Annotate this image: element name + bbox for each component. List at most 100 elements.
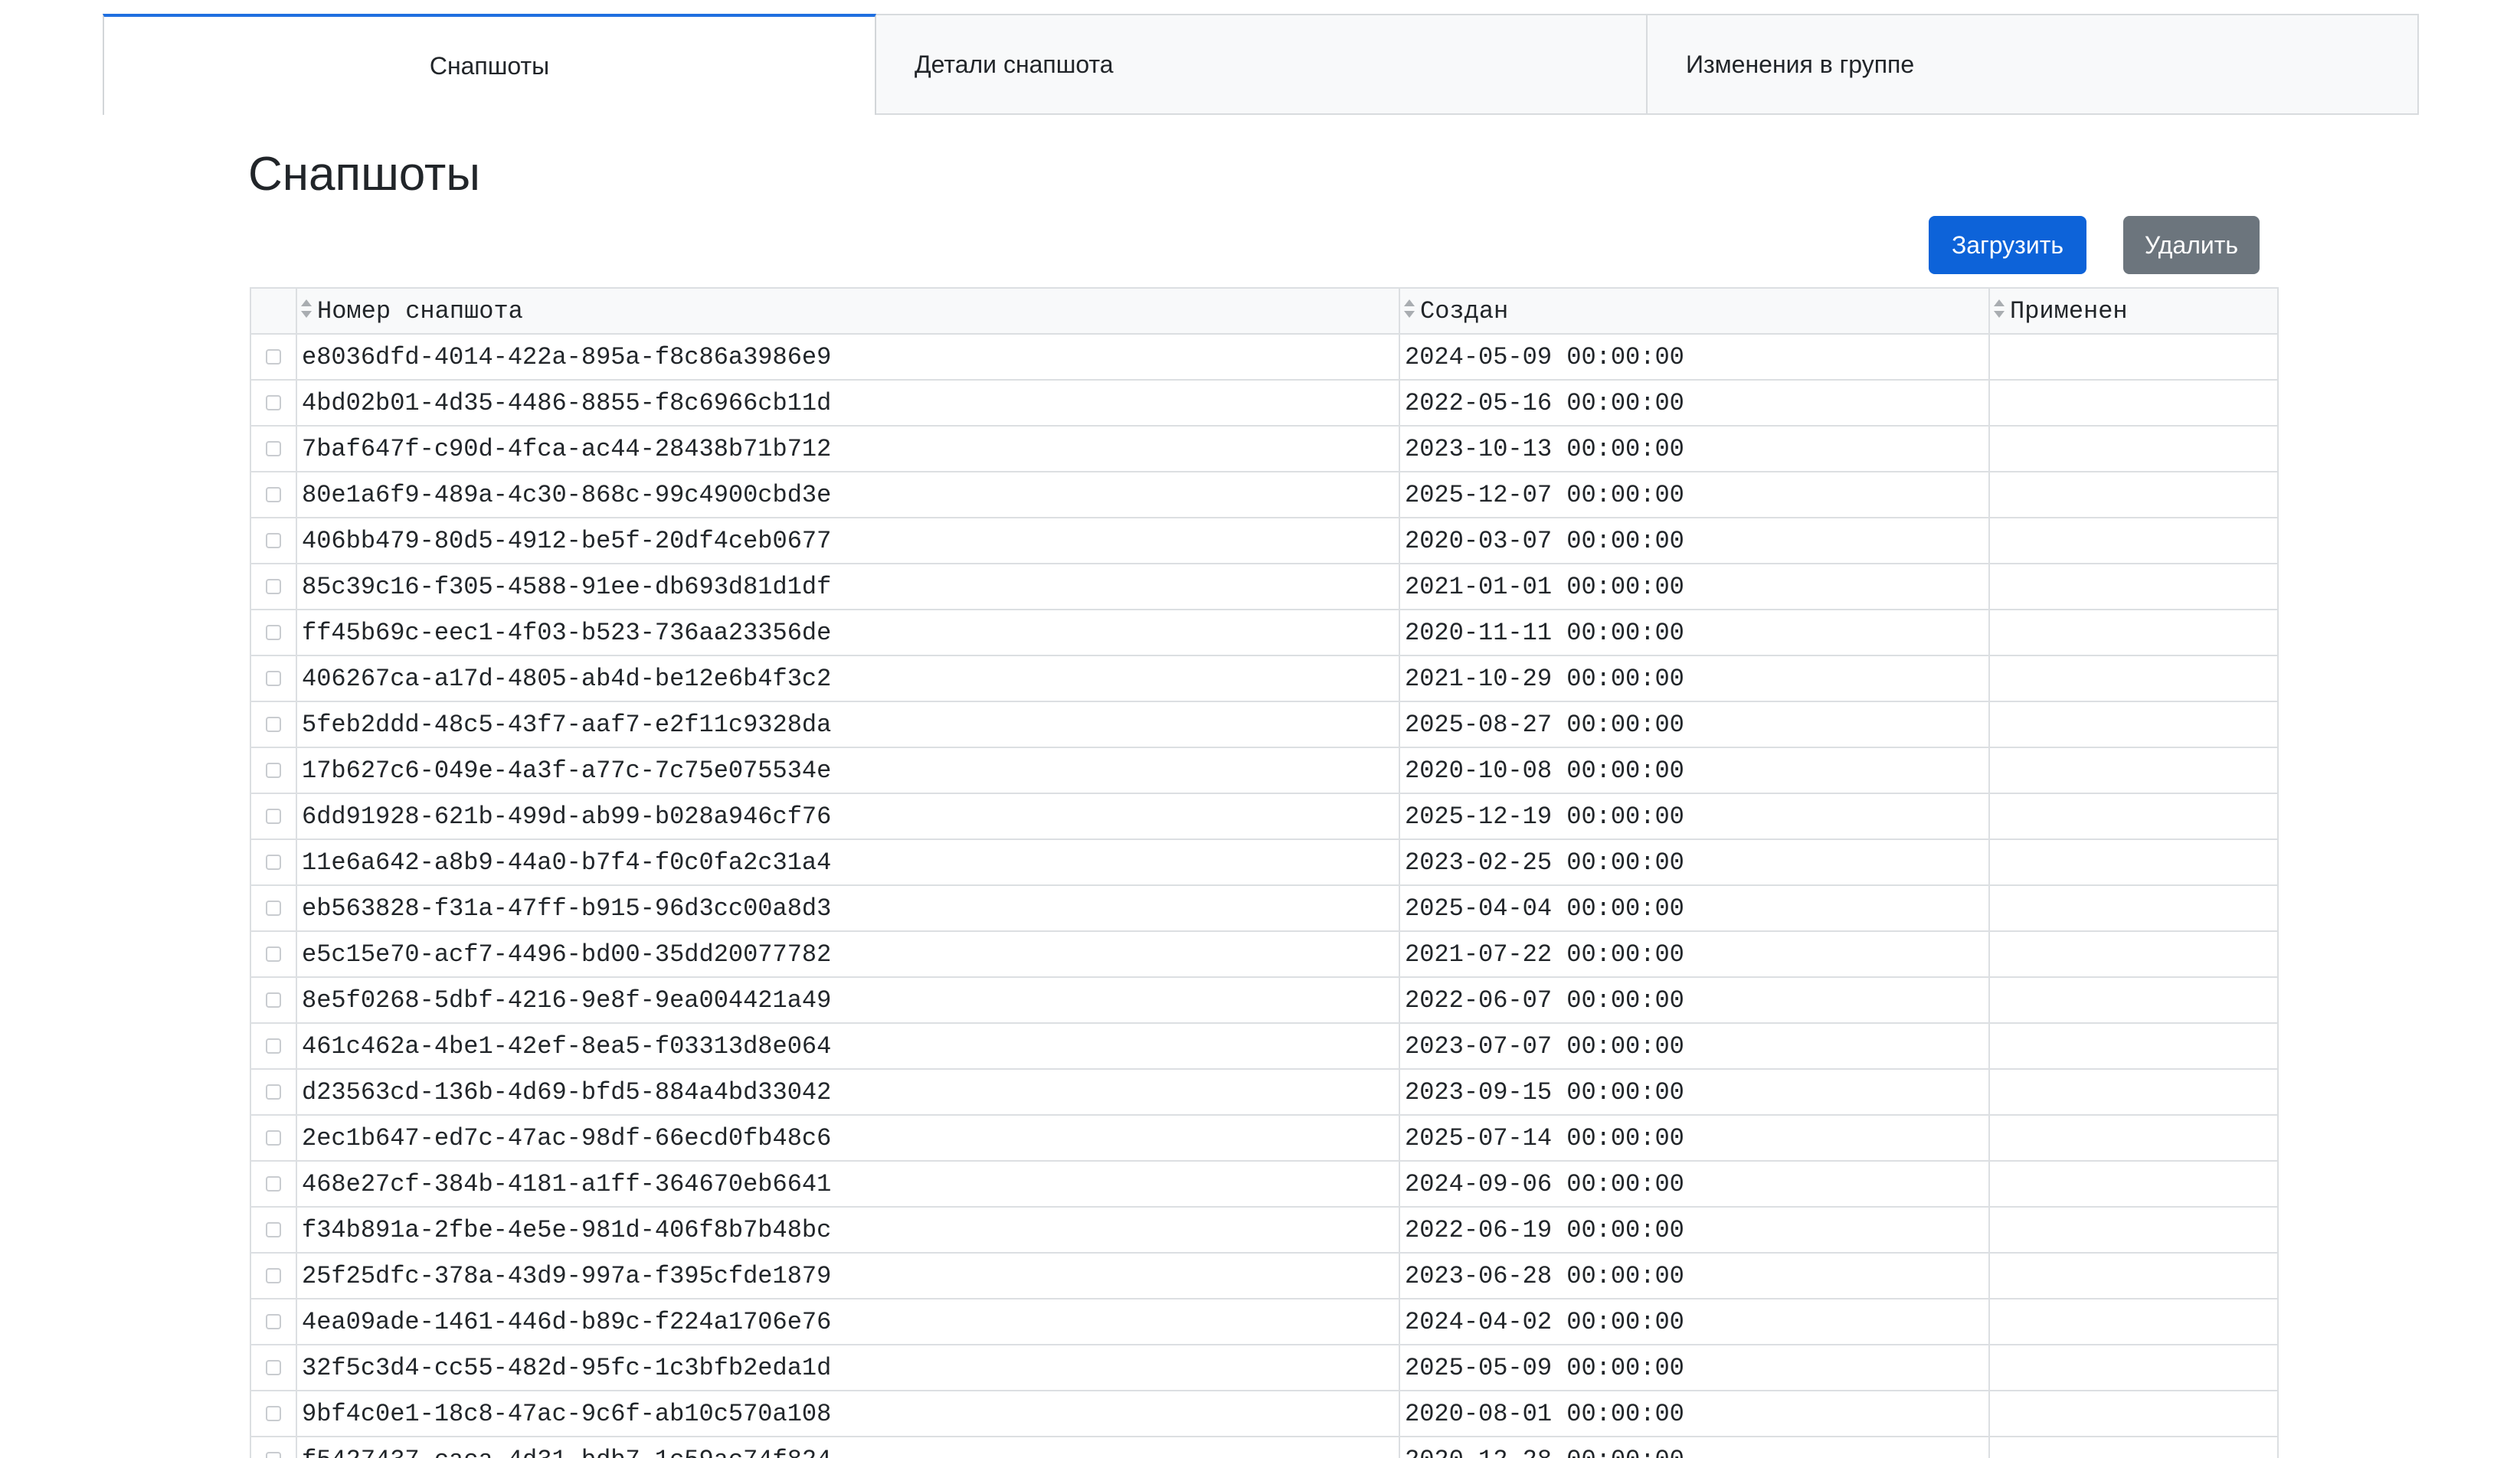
applied-cell — [1988, 379, 2279, 427]
applied-cell — [1988, 1436, 2279, 1458]
created-cell: 2023-10-13 00:00:00 — [1399, 425, 1990, 472]
sort-icon[interactable] — [1404, 299, 1415, 318]
row-checkbox[interactable] — [266, 1084, 281, 1100]
row-checkbox[interactable] — [266, 901, 281, 916]
row-checkbox[interactable] — [266, 395, 281, 410]
snapshot-id-cell: 468e27cf-384b-4181-a1ff-364670eb6641 — [296, 1160, 1400, 1208]
applied-cell — [1988, 333, 2279, 381]
table-row[interactable]: 6dd91928-621b-499d-ab99-b028a946cf76 2025… — [250, 793, 2279, 840]
row-checkbox[interactable] — [266, 487, 281, 502]
created-cell: 2021-10-29 00:00:00 — [1399, 655, 1990, 702]
created-cell: 2025-08-27 00:00:00 — [1399, 701, 1990, 748]
row-checkbox[interactable] — [266, 579, 281, 594]
row-checkbox[interactable] — [266, 1452, 281, 1458]
applied-cell — [1988, 1252, 2279, 1299]
snapshot-id-cell: f34b891a-2fbe-4e5e-981d-406f8b7b48bc — [296, 1206, 1400, 1254]
snapshot-id-cell: e8036dfd-4014-422a-895a-f8c86a3986e9 — [296, 333, 1400, 381]
table-row[interactable]: 2ec1b647-ed7c-47ac-98df-66ecd0fb48c6 2025… — [250, 1114, 2279, 1162]
table-row[interactable]: f5427437-caca-4d31-bdb7-1c59ac74f8242020… — [250, 1436, 2279, 1458]
sort-icon[interactable] — [301, 299, 312, 318]
tab-group-changes[interactable]: Изменения в группе — [1648, 14, 2419, 115]
row-checkbox[interactable] — [266, 1314, 281, 1329]
snapshot-id-cell: 7baf647f-c90d-4fca-ac44-28438b71b712 — [296, 425, 1400, 472]
created-cell: 2020-12-28 00:00:00 — [1399, 1436, 1990, 1458]
table-row[interactable]: e8036dfd-4014-422a-895a-f8c86a3986e9 2024… — [250, 333, 2279, 381]
table-row[interactable]: 7baf647f-c90d-4fca-ac44-28438b71b712 2023… — [250, 425, 2279, 472]
applied-cell — [1988, 930, 2279, 978]
row-checkbox[interactable] — [266, 1360, 281, 1375]
snapshot-id-cell: 32f5c3d4-cc55-482d-95fc-1c3bfb2eda1d — [296, 1344, 1400, 1391]
tab-snapshots[interactable]: Снапшоты — [103, 14, 876, 115]
row-checkbox[interactable] — [266, 441, 281, 456]
column-header-created[interactable]: Создан — [1399, 287, 1990, 335]
tab-snapshot-details[interactable]: Детали снапшота — [876, 14, 1648, 115]
delete-button[interactable]: Удалить — [2123, 216, 2260, 274]
row-checkbox[interactable] — [266, 1222, 281, 1237]
table-row[interactable]: eb563828-f31a-47ff-b915-96d3cc00a8d3 2025… — [250, 884, 2279, 932]
row-checkbox[interactable] — [266, 855, 281, 870]
table-row[interactable]: 11e6a642-a8b9-44a0-b7f4-f0c0fa2c31a4 2023… — [250, 839, 2279, 886]
table-row[interactable]: 80e1a6f9-489a-4c30-868c-99c4900cbd3e 2025… — [250, 471, 2279, 518]
table-row[interactable]: 8e5f0268-5dbf-4216-9e8f-9ea004421a49 2022… — [250, 976, 2279, 1024]
table-row[interactable]: 9bf4c0e1-18c8-47ac-9c6f-ab10c570a108 2020… — [250, 1390, 2279, 1437]
table-row[interactable]: e5c15e70-acf7-4496-bd00-35dd20077782 2021… — [250, 930, 2279, 978]
table-row[interactable]: 461c462a-4be1-42ef-8ea5-f03313d8e064 2023… — [250, 1022, 2279, 1070]
snapshot-id-cell: 8e5f0268-5dbf-4216-9e8f-9ea004421a49 — [296, 976, 1400, 1024]
row-select-cell — [250, 471, 297, 518]
table-row[interactable]: 17b627c6-049e-4a3f-a77c-7c75e075534e 2020… — [250, 747, 2279, 794]
created-cell: 2024-09-06 00:00:00 — [1399, 1160, 1990, 1208]
row-checkbox[interactable] — [266, 1130, 281, 1146]
table-row[interactable]: 4bd02b01-4d35-4486-8855-f8c6966cb11d 2022… — [250, 379, 2279, 427]
row-checkbox[interactable] — [266, 1038, 281, 1054]
created-cell: 2025-04-04 00:00:00 — [1399, 884, 1990, 932]
table-row[interactable]: 4ea09ade-1461-446d-b89c-f224a1706e76 2024… — [250, 1298, 2279, 1345]
column-header-applied[interactable]: Применен — [1988, 287, 2279, 335]
applied-cell — [1988, 1298, 2279, 1345]
snapshot-id-cell: ff45b69c-eec1-4f03-b523-736aa23356de — [296, 609, 1400, 656]
row-checkbox[interactable] — [266, 349, 281, 364]
snapshots-table: Номер снапшота Создан Применен e8036dfd-… — [250, 287, 2279, 1458]
applied-cell — [1988, 563, 2279, 610]
row-checkbox[interactable] — [266, 671, 281, 686]
row-checkbox[interactable] — [266, 1176, 281, 1192]
table-row[interactable]: 5feb2ddd-48c5-43f7-aaf7-e2f11c9328da 2025… — [250, 701, 2279, 748]
created-cell: 2022-05-16 00:00:00 — [1399, 379, 1990, 427]
applied-cell — [1988, 425, 2279, 472]
table-row[interactable]: 406bb479-80d5-4912-be5f-20df4ceb0677 2020… — [250, 517, 2279, 564]
table-row[interactable]: 25f25dfc-378a-43d9-997a-f395cfde1879 2023… — [250, 1252, 2279, 1299]
row-checkbox[interactable] — [266, 1406, 281, 1421]
row-select-cell — [250, 609, 297, 656]
applied-cell — [1988, 1068, 2279, 1116]
snapshot-id-cell: 9bf4c0e1-18c8-47ac-9c6f-ab10c570a108 — [296, 1390, 1400, 1437]
applied-cell — [1988, 839, 2279, 886]
row-select-cell — [250, 425, 297, 472]
row-checkbox[interactable] — [266, 533, 281, 548]
row-select-cell — [250, 563, 297, 610]
created-cell: 2023-02-25 00:00:00 — [1399, 839, 1990, 886]
row-checkbox[interactable] — [266, 763, 281, 778]
table-row[interactable]: 85c39c16-f305-4588-91ee-db693d81d1df 2021… — [250, 563, 2279, 610]
row-checkbox[interactable] — [266, 809, 281, 824]
table-row[interactable]: 406267ca-a17d-4805-ab4d-be12e6b4f3c2 2021… — [250, 655, 2279, 702]
table-row[interactable]: ff45b69c-eec1-4f03-b523-736aa23356de 2020… — [250, 609, 2279, 656]
applied-cell — [1988, 1344, 2279, 1391]
applied-cell — [1988, 701, 2279, 748]
table-row[interactable]: f34b891a-2fbe-4e5e-981d-406f8b7b48bc 2022… — [250, 1206, 2279, 1254]
row-checkbox[interactable] — [266, 946, 281, 962]
row-checkbox[interactable] — [266, 717, 281, 732]
snapshot-id-cell: f5427437-caca-4d31-bdb7-1c59ac74f824 — [296, 1436, 1400, 1458]
tab-label: Детали снапшота — [915, 50, 1114, 78]
upload-button[interactable]: Загрузить — [1929, 216, 2086, 274]
applied-cell — [1988, 609, 2279, 656]
sort-icon[interactable] — [1994, 299, 2005, 318]
table-row[interactable]: 468e27cf-384b-4181-a1ff-364670eb6641 2024… — [250, 1160, 2279, 1208]
applied-cell — [1988, 747, 2279, 794]
row-checkbox[interactable] — [266, 1268, 281, 1283]
table-row[interactable]: 32f5c3d4-cc55-482d-95fc-1c3bfb2eda1d 2025… — [250, 1344, 2279, 1391]
column-header-snapshot-id[interactable]: Номер снапшота — [296, 287, 1400, 335]
table-row[interactable]: d23563cd-136b-4d69-bfd5-884a4bd33042 2023… — [250, 1068, 2279, 1116]
snapshot-id-cell: 85c39c16-f305-4588-91ee-db693d81d1df — [296, 563, 1400, 610]
snapshot-id-cell: 80e1a6f9-489a-4c30-868c-99c4900cbd3e — [296, 471, 1400, 518]
row-checkbox[interactable] — [266, 992, 281, 1008]
row-checkbox[interactable] — [266, 625, 281, 640]
